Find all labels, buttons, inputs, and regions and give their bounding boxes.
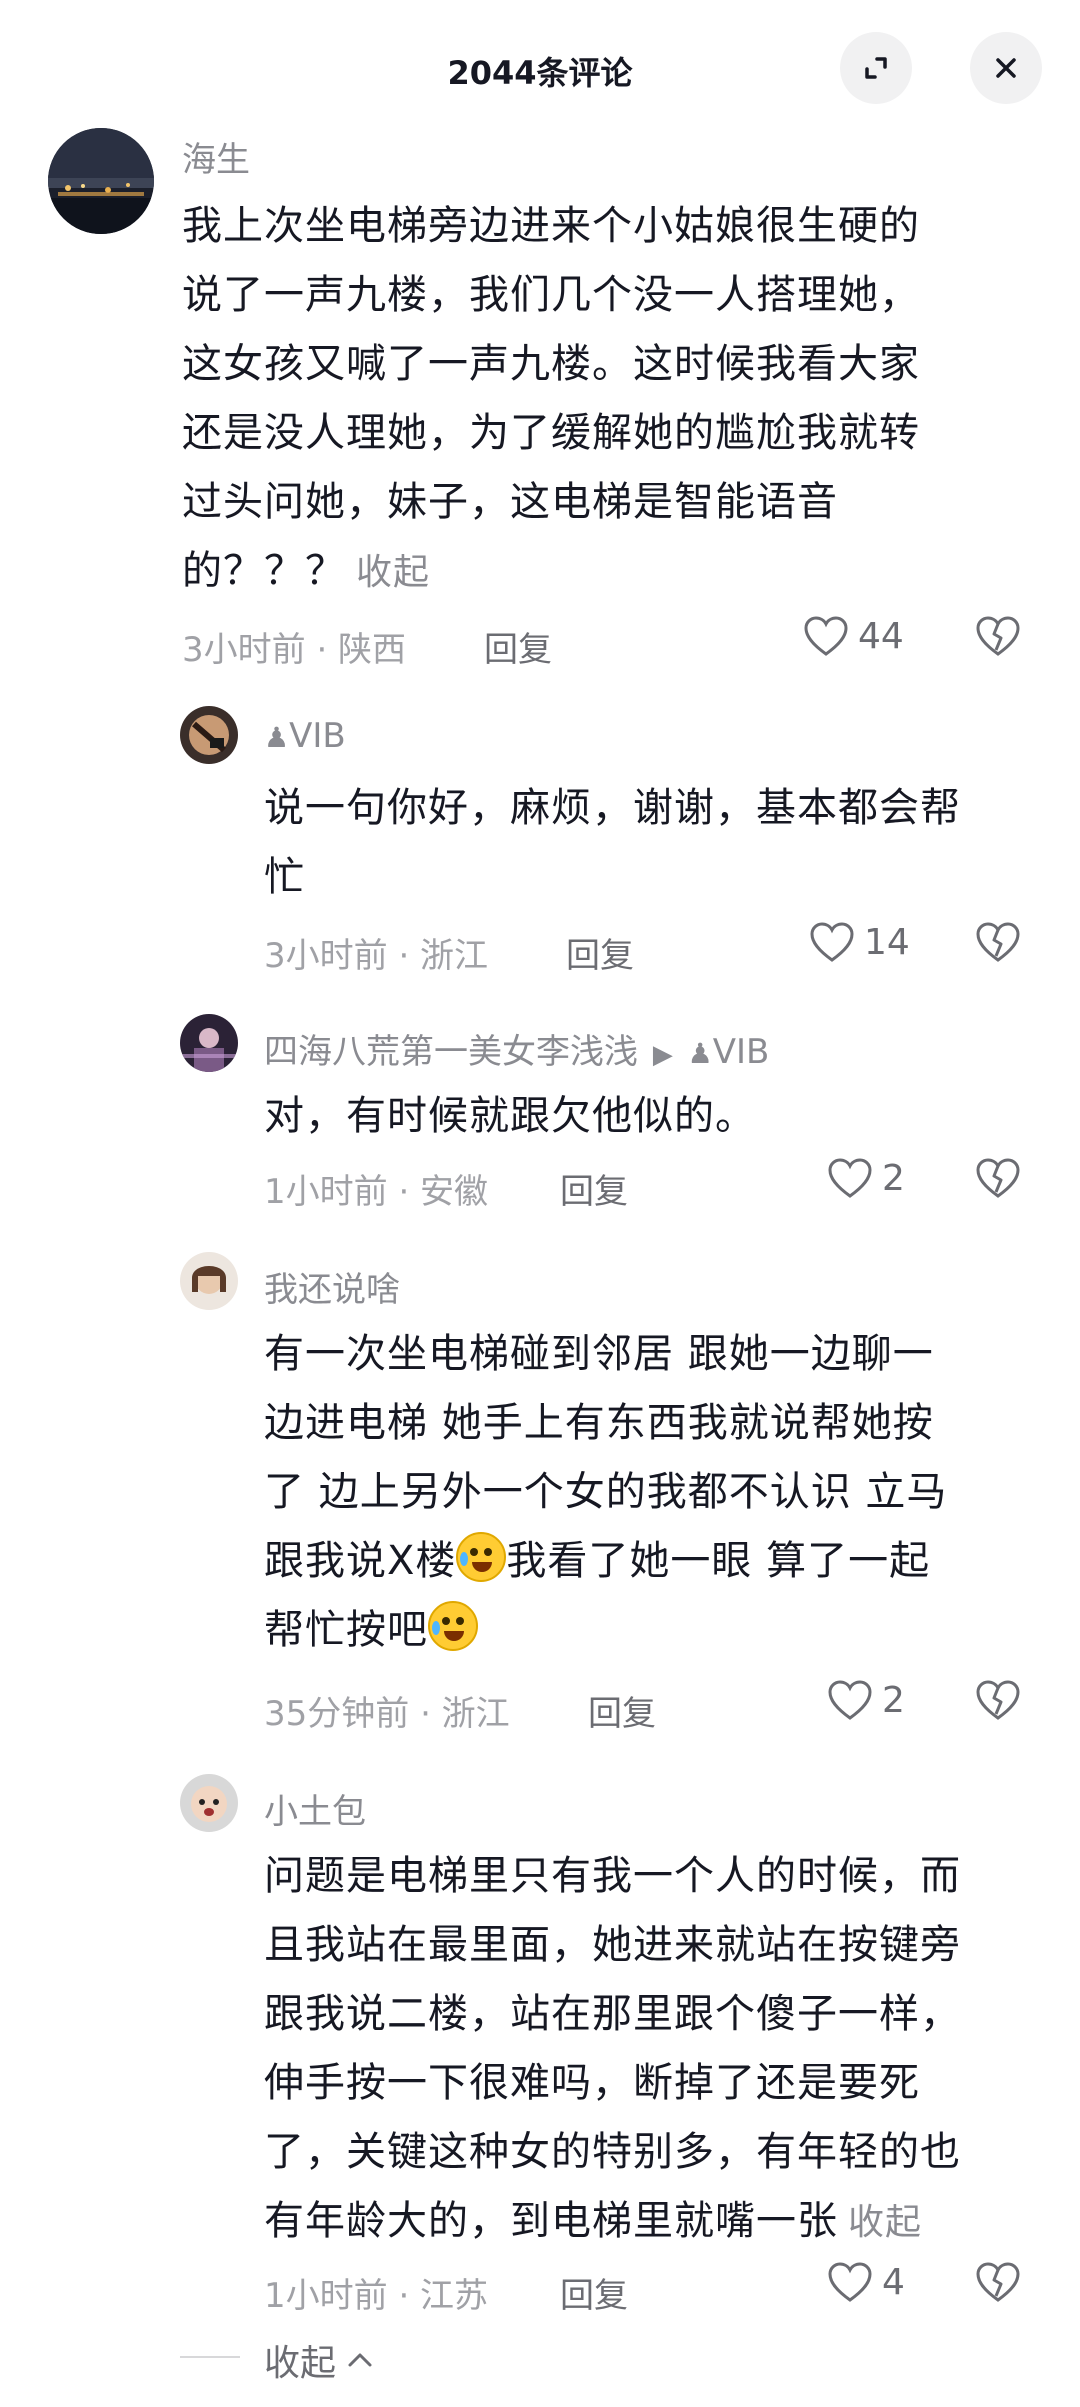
reply-button[interactable]: 回复 <box>560 1164 628 1213</box>
like-button[interactable]: 2 <box>826 1156 905 1200</box>
comment-body: 我上次坐电梯旁边进来个小姑娘很生硬的 说了一声九楼，我们几个没一人搭理她， 这女… <box>182 203 920 594</box>
collapse-replies-button[interactable]: 收起 <box>264 2334 374 2386</box>
badge-icon: ♟ <box>264 721 290 754</box>
broken-heart-icon <box>976 922 1020 962</box>
comments-count-title: 2044条评论 <box>447 54 633 92</box>
like-count: 4 <box>882 2261 905 2303</box>
like-count: 2 <box>882 1157 905 1199</box>
expand-button[interactable] <box>840 32 912 104</box>
avatar[interactable] <box>180 1252 238 1310</box>
dislike-button[interactable] <box>974 614 1022 662</box>
like-count: 44 <box>858 615 904 657</box>
crying-emoji-icon <box>456 1532 507 1582</box>
reply-body: 问题是电梯里只有我一个人的时候，而 且我站在最里面，她进来就站在按键旁 跟我说二… <box>264 1853 961 2244</box>
reply-button[interactable]: 回复 <box>588 1686 656 1735</box>
reply-username[interactable]: 四海八荒第一美女李浅浅 ▶ ♟VIB <box>264 1024 769 1073</box>
reply-username[interactable]: ♟VIB <box>264 716 346 756</box>
avatar[interactable] <box>48 128 154 234</box>
expand-icon <box>865 57 887 79</box>
broken-heart-icon <box>976 1680 1020 1720</box>
home-indicator <box>390 2388 690 2398</box>
badge-icon: ♟ <box>687 1037 713 1070</box>
avatar[interactable] <box>180 706 238 764</box>
heart-icon <box>828 1680 872 1720</box>
heart-icon <box>804 616 848 656</box>
comment-username[interactable]: 海生 <box>182 132 250 181</box>
divider <box>180 2356 240 2358</box>
broken-heart-icon <box>976 1158 1020 1198</box>
laughing-tears-emoji-icon <box>428 1601 478 1651</box>
reply-button[interactable]: 回复 <box>484 622 552 671</box>
broken-heart-icon <box>976 2262 1020 2302</box>
reply-meta: 35分钟前 · 浙江 <box>264 1694 510 1734</box>
close-icon <box>996 58 1016 78</box>
reply-meta: 1小时前 · 江苏 <box>264 2276 489 2316</box>
heart-icon <box>810 922 854 962</box>
comments-header: 2044条评论 <box>0 0 1080 140</box>
like-count: 2 <box>882 1679 905 1721</box>
reply-meta: 3小时前 · 浙江 <box>264 936 489 976</box>
heart-icon <box>828 2262 872 2302</box>
dislike-button[interactable] <box>974 920 1022 968</box>
reply-username[interactable]: 小土包 <box>264 1784 366 1833</box>
dislike-button[interactable] <box>974 1678 1022 1726</box>
close-button[interactable] <box>970 32 1042 104</box>
dislike-button[interactable] <box>974 1156 1022 1204</box>
reply-username[interactable]: 我还说啥 <box>264 1262 400 1311</box>
avatar[interactable] <box>180 1774 238 1832</box>
comments-sheet: 2044条评论 海生 我上次坐电梯旁边进来个小姑娘很生硬的 说了一声九楼，我们几… <box>0 0 1080 2407</box>
reply-button[interactable]: 回复 <box>560 2268 628 2317</box>
heart-icon <box>828 1158 872 1198</box>
like-button[interactable]: 4 <box>826 2260 905 2304</box>
reply-meta: 1小时前 · 安徽 <box>264 1172 489 1212</box>
reply-text: 对，有时候就跟欠他似的。 <box>264 1093 756 1139</box>
broken-heart-icon <box>976 616 1020 656</box>
like-button[interactable]: 44 <box>802 614 904 658</box>
reply-button[interactable]: 回复 <box>566 928 634 977</box>
like-button[interactable]: 14 <box>808 920 910 964</box>
reply-text: 说一句你好，麻烦，谢谢，基本都会帮 忙 <box>264 785 961 900</box>
like-count: 14 <box>864 921 910 963</box>
reply-arrow-icon: ▶ <box>652 1040 673 1070</box>
like-button[interactable]: 2 <box>826 1678 905 1722</box>
comment-text: 我上次坐电梯旁边进来个小姑娘很生硬的 说了一声九楼，我们几个没一人搭理她， 这女… <box>182 192 1042 607</box>
chevron-up-icon <box>348 2353 372 2367</box>
reply-text: 有一次坐电梯碰到邻居 跟她一边聊一 边进电梯 她手上有东西我就说帮她按 了 边上… <box>264 1331 948 1653</box>
comment-meta: 3小时前 · 陕西 <box>182 630 407 670</box>
reply-text: 问题是电梯里只有我一个人的时候，而 且我站在最里面，她进来就站在按键旁 跟我说二… <box>264 1842 1064 2257</box>
dislike-button[interactable] <box>974 2260 1022 2308</box>
collapse-link[interactable]: 收起 <box>356 552 430 593</box>
avatar[interactable] <box>180 1014 238 1072</box>
collapse-link[interactable]: 收起 <box>848 2202 922 2243</box>
